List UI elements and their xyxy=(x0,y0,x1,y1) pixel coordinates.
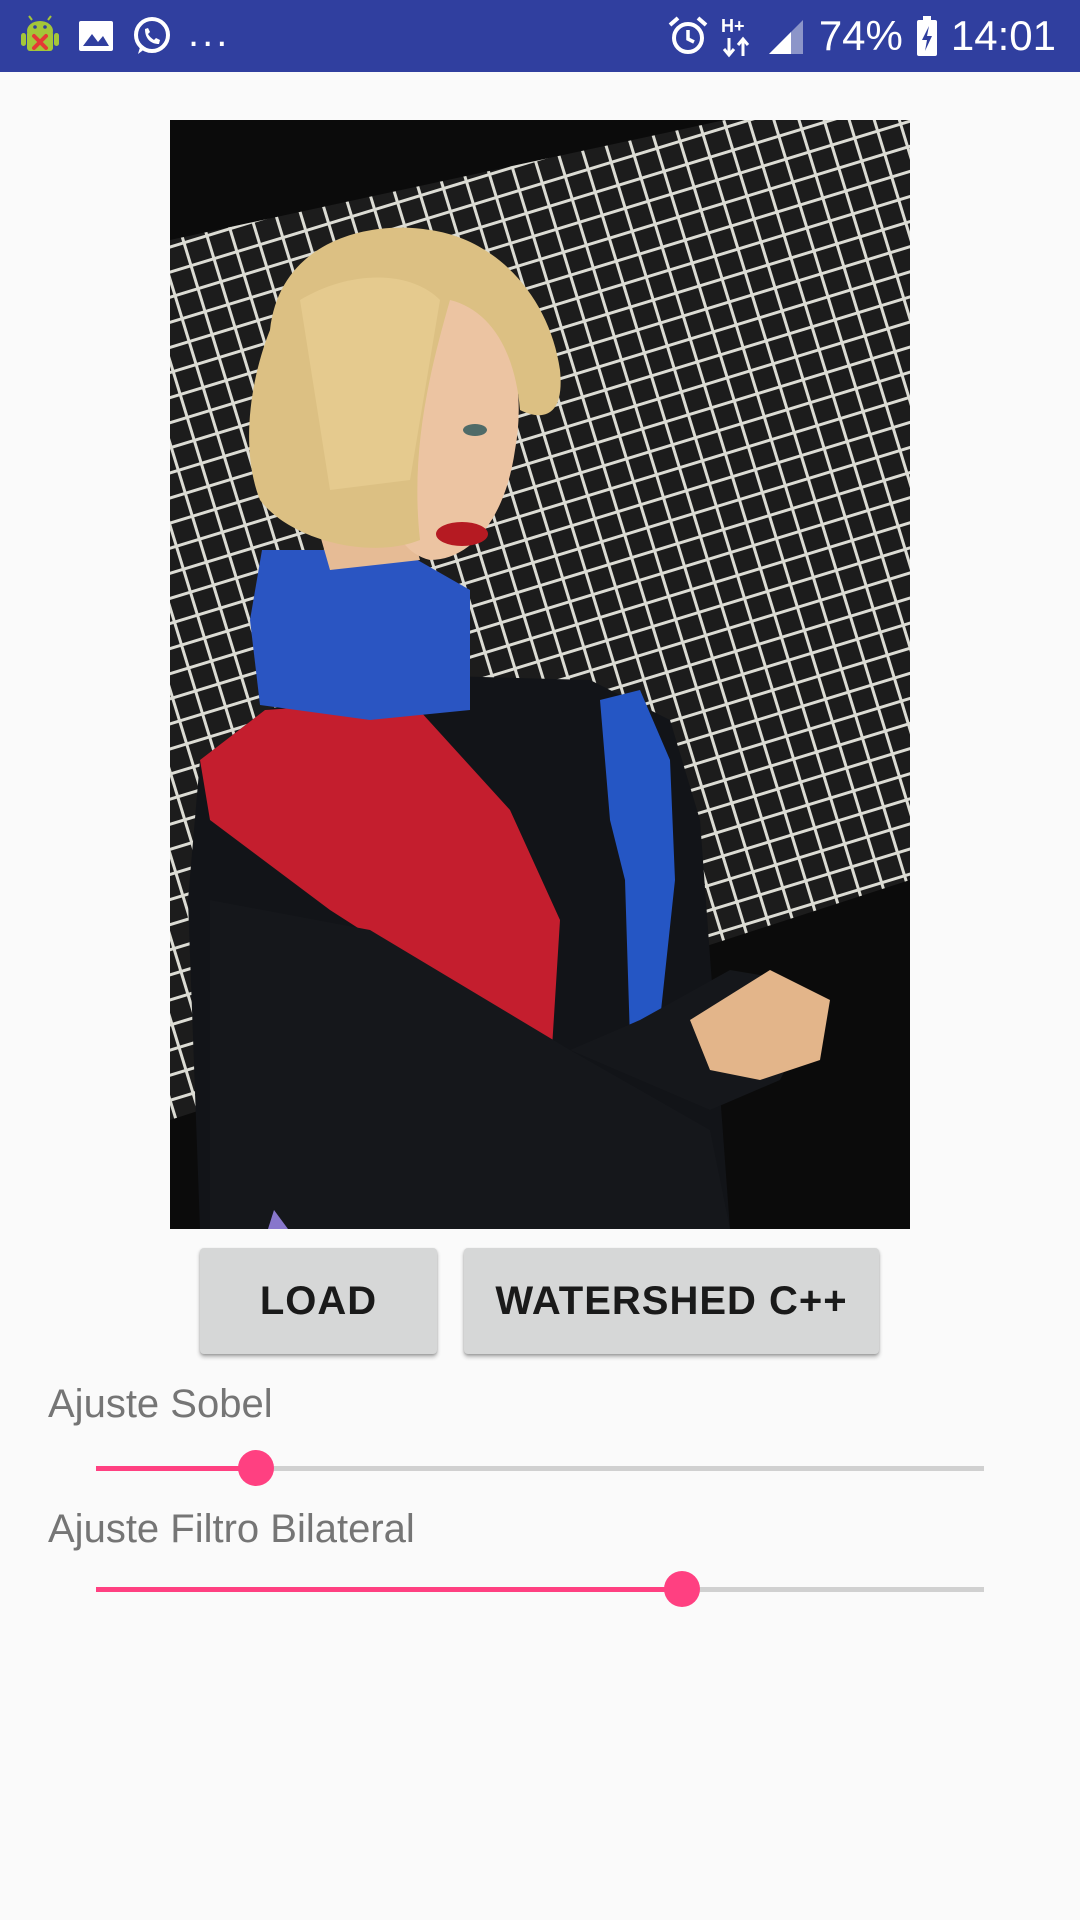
network-hplus-icon: H+ xyxy=(721,16,749,58)
sobel-slider-thumb[interactable] xyxy=(237,1450,274,1486)
whatsapp-icon xyxy=(134,17,170,54)
gallery-icon xyxy=(79,21,113,51)
loaded-photo xyxy=(170,120,910,1229)
clock: 14:01 xyxy=(950,12,1056,59)
status-bar: ... H+ 74% 14:01 xyxy=(0,0,1080,72)
watershed-button-label: WATERSHED C++ xyxy=(495,1278,848,1323)
sobel-slider-fill xyxy=(96,1466,256,1471)
status-bar-notifications: ... xyxy=(18,12,230,60)
bilateral-filter-slider-thumb[interactable] xyxy=(664,1571,701,1607)
bilateral-filter-slider-label: Ajuste Filtro Bilateral xyxy=(48,1507,415,1551)
sobel-slider-label: Ajuste Sobel xyxy=(48,1382,273,1426)
battery-charging-icon xyxy=(916,16,937,56)
load-button[interactable]: LOAD xyxy=(200,1248,437,1354)
bilateral-filter-slider[interactable] xyxy=(96,1569,984,1609)
battery-percentage: 74% xyxy=(818,12,903,59)
bilateral-filter-slider-fill xyxy=(96,1587,683,1592)
status-bar-system: H+ 74% 14:01 xyxy=(667,10,1056,62)
alarm-icon xyxy=(668,16,708,54)
svg-text:H+: H+ xyxy=(721,16,745,36)
android-debug-icon xyxy=(21,15,59,51)
more-notifications-indicator: ... xyxy=(188,11,231,55)
sobel-slider[interactable] xyxy=(96,1448,984,1488)
watershed-cpp-button[interactable]: WATERSHED C++ xyxy=(464,1248,879,1354)
load-button-label: LOAD xyxy=(259,1278,378,1323)
signal-icon xyxy=(768,20,803,54)
